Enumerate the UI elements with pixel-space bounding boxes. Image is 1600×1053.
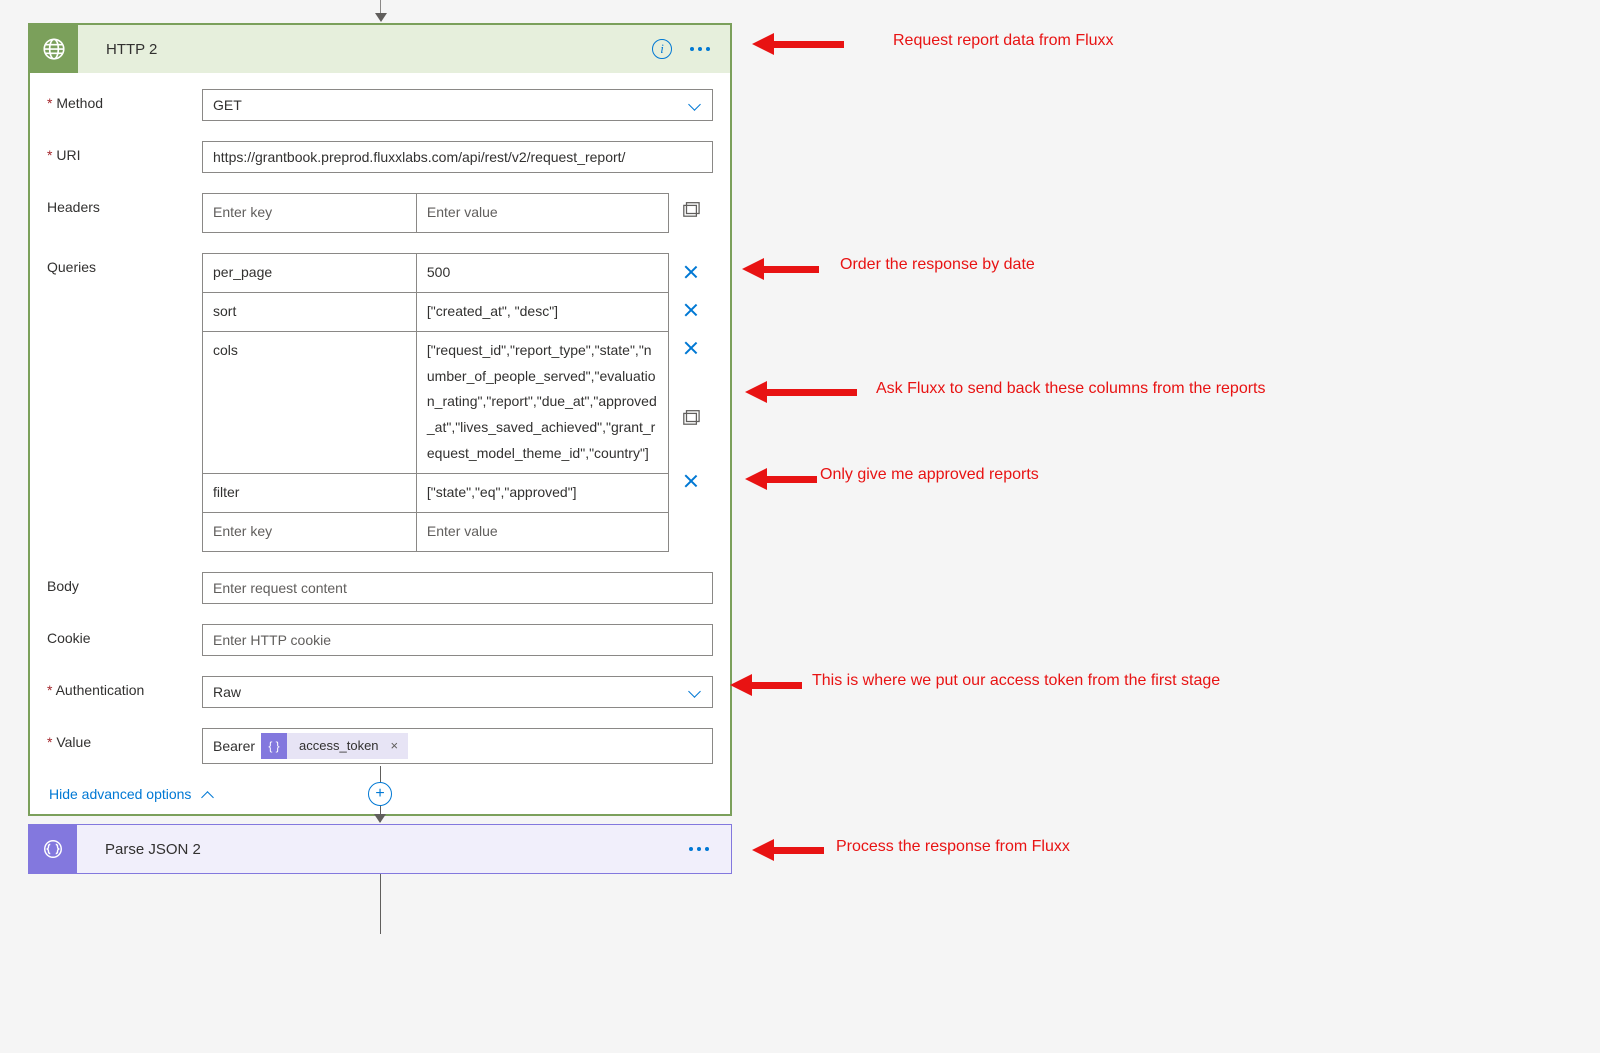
- annotation-arrow: [742, 261, 819, 277]
- annotation-arrow: [745, 384, 857, 400]
- query-value-input[interactable]: Enter value: [417, 513, 668, 551]
- remove-token-icon[interactable]: ×: [387, 738, 409, 753]
- http-icon: [30, 25, 78, 73]
- query-row-sort: sort ["created_at", "desc"]: [203, 292, 668, 331]
- query-empty-row: Enter key Enter value: [203, 512, 668, 551]
- card-body: * Method GET * URI https://grantbook.pre…: [30, 73, 730, 814]
- headers-table: Enter key Enter value: [202, 193, 669, 233]
- annotation-arrow: [752, 36, 844, 52]
- chevron-up-icon: [201, 787, 215, 801]
- query-value[interactable]: ["request_id","report_type","state","num…: [417, 332, 668, 473]
- switch-mode-icon[interactable]: [682, 200, 700, 218]
- auth-select[interactable]: Raw: [202, 676, 713, 708]
- chevron-down-icon: [688, 98, 702, 112]
- token-chip[interactable]: { } access_token ×: [261, 733, 408, 759]
- canvas: HTTP 2 i * Method GET * URI https:/: [0, 0, 1600, 1053]
- more-menu-icon[interactable]: [690, 47, 710, 51]
- card-title: HTTP 2: [78, 41, 652, 58]
- headers-empty-row: Enter key Enter value: [203, 194, 668, 232]
- query-key[interactable]: filter: [203, 474, 417, 512]
- query-key-input[interactable]: Enter key: [203, 513, 417, 551]
- query-key[interactable]: per_page: [203, 254, 417, 292]
- cookie-label: Cookie: [47, 624, 202, 646]
- hide-advanced-link[interactable]: Hide advanced options: [49, 786, 215, 802]
- cookie-input[interactable]: Enter HTTP cookie: [202, 624, 713, 656]
- header-value-input[interactable]: Enter value: [417, 194, 668, 232]
- query-row-filter: filter ["state","eq","approved"]: [203, 473, 668, 512]
- query-value[interactable]: ["state","eq","approved"]: [417, 474, 668, 512]
- value-input[interactable]: Bearer { } access_token ×: [202, 728, 713, 764]
- connector-top: [380, 0, 381, 20]
- connector-bottom: [380, 874, 381, 934]
- method-select[interactable]: GET: [202, 89, 713, 121]
- parse-json-title: Parse JSON 2: [77, 841, 689, 858]
- annotation-text: Only give me approved reports: [820, 466, 1039, 484]
- annotation-arrow: [745, 471, 817, 487]
- http-action-card: HTTP 2 i * Method GET * URI https:/: [28, 23, 732, 816]
- body-input[interactable]: Enter request content: [202, 572, 713, 604]
- add-step-button[interactable]: +: [368, 782, 392, 806]
- chevron-down-icon: [688, 685, 702, 699]
- uri-label: * URI: [47, 141, 202, 163]
- query-value[interactable]: 500: [417, 254, 668, 292]
- annotation-text: Process the response from Fluxx: [836, 838, 1070, 856]
- brace-icon: { }: [261, 733, 287, 759]
- annotation-arrow: [730, 677, 802, 693]
- headers-label: Headers: [47, 193, 202, 215]
- value-prefix: Bearer: [213, 738, 255, 754]
- queries-table: per_page 500 sort ["created_at", "desc"]…: [202, 253, 669, 552]
- token-name: access_token: [287, 738, 387, 753]
- delete-row-icon[interactable]: [683, 302, 699, 318]
- annotation-arrow: [752, 842, 824, 858]
- parse-json-icon: [29, 824, 77, 874]
- delete-row-icon[interactable]: [683, 264, 699, 280]
- annotation-text: Ask Fluxx to send back these columns fro…: [876, 380, 1266, 398]
- value-label: * Value: [47, 728, 202, 750]
- queries-label: Queries: [47, 253, 202, 275]
- query-row-cols: cols ["request_id","report_type","state"…: [203, 331, 668, 473]
- method-label: * Method: [47, 89, 202, 111]
- query-key[interactable]: cols: [203, 332, 417, 473]
- query-value[interactable]: ["created_at", "desc"]: [417, 293, 668, 331]
- auth-label: * Authentication: [47, 676, 202, 698]
- delete-row-icon[interactable]: [683, 340, 699, 356]
- query-key[interactable]: sort: [203, 293, 417, 331]
- annotation-text: Request report data from Fluxx: [893, 32, 1114, 50]
- query-row-per-page: per_page 500: [203, 254, 668, 292]
- parse-json-card[interactable]: Parse JSON 2: [28, 824, 732, 874]
- switch-mode-icon[interactable]: [682, 408, 700, 426]
- card-header[interactable]: HTTP 2 i: [30, 25, 730, 73]
- annotation-text: This is where we put our access token fr…: [812, 672, 1220, 690]
- arrow-down-icon: [374, 814, 386, 823]
- annotation-text: Order the response by date: [840, 256, 1035, 274]
- more-menu-icon[interactable]: [689, 847, 709, 851]
- info-icon[interactable]: i: [652, 39, 672, 59]
- delete-row-icon[interactable]: [683, 473, 699, 489]
- uri-input[interactable]: https://grantbook.preprod.fluxxlabs.com/…: [202, 141, 713, 173]
- body-label: Body: [47, 572, 202, 594]
- header-key-input[interactable]: Enter key: [203, 194, 417, 232]
